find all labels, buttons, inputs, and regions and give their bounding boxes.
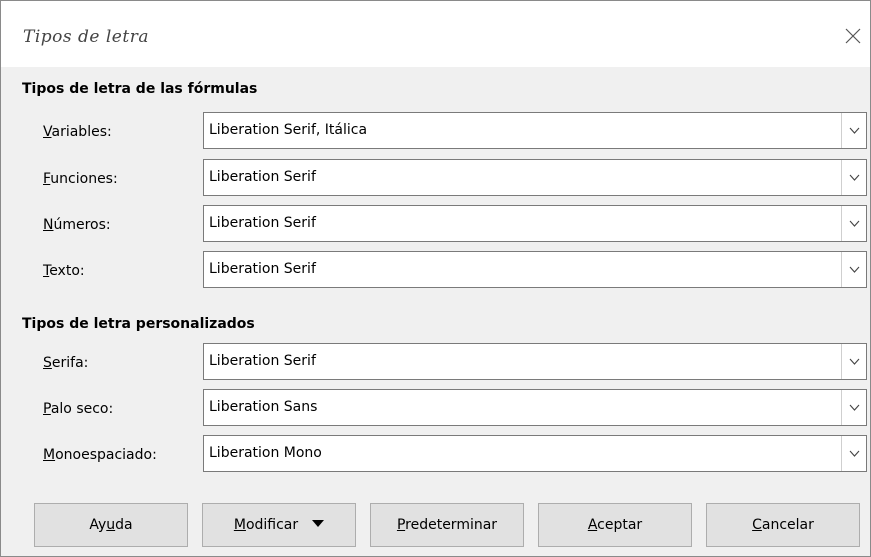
mono-dropdown-button[interactable] xyxy=(841,436,866,471)
title-bar: Tipos de letra xyxy=(1,1,870,67)
formula-fonts-heading: Tipos de letra de las fórmulas xyxy=(22,81,258,97)
sans-font-select[interactable]: Liberation Sans xyxy=(203,389,867,426)
chevron-down-icon xyxy=(849,404,860,411)
mono-label-text: onoespaciado: xyxy=(55,447,157,463)
mono-mnemonic: M xyxy=(43,447,56,463)
numbers-dropdown-button[interactable] xyxy=(841,206,866,241)
text-label-text: exto: xyxy=(49,263,85,279)
functions-label: Funciones: xyxy=(43,169,118,189)
text-font-select[interactable]: Liberation Serif xyxy=(203,251,867,288)
default-button[interactable]: Predeterminar xyxy=(370,503,524,547)
functions-font-value: Liberation Serif xyxy=(209,169,316,185)
serif-label: Serifa: xyxy=(43,353,88,373)
modify-mnemonic: M xyxy=(233,517,246,533)
help-label-pre: Ay xyxy=(89,517,107,533)
custom-fonts-heading: Tipos de letra personalizados xyxy=(22,316,255,332)
numbers-label: Números: xyxy=(43,215,111,235)
variables-label: Variables: xyxy=(43,122,112,142)
cancel-button[interactable]: Cancelar xyxy=(706,503,860,547)
chevron-down-icon xyxy=(849,174,860,181)
mono-font-value: Liberation Mono xyxy=(209,445,322,461)
variables-font-select[interactable]: Liberation Serif, Itálica xyxy=(203,112,867,149)
numbers-font-select[interactable]: Liberation Serif xyxy=(203,205,867,242)
text-label: Texto: xyxy=(43,261,85,281)
modify-button[interactable]: Modificar xyxy=(202,503,356,547)
ok-label-post: ceptar xyxy=(597,517,643,533)
ok-mnemonic: A xyxy=(587,517,598,533)
serif-font-value: Liberation Serif xyxy=(209,353,316,369)
triangle-down-icon xyxy=(312,520,325,527)
help-label-post: da xyxy=(115,517,133,533)
sans-font-value: Liberation Sans xyxy=(209,399,318,415)
close-button[interactable] xyxy=(844,27,862,45)
functions-label-text: unciones: xyxy=(50,171,118,187)
ok-button[interactable]: Aceptar xyxy=(538,503,692,547)
chevron-down-icon xyxy=(849,127,860,134)
default-mnemonic: P xyxy=(396,517,406,533)
fonts-dialog: Tipos de letra Tipos de letra de las fór… xyxy=(0,0,871,557)
text-dropdown-button[interactable] xyxy=(841,252,866,287)
mono-font-select[interactable]: Liberation Mono xyxy=(203,435,867,472)
serif-font-select[interactable]: Liberation Serif xyxy=(203,343,867,380)
variables-label-text: ariables: xyxy=(51,124,112,140)
variables-dropdown-button[interactable] xyxy=(841,113,866,148)
help-mnemonic: u xyxy=(106,517,116,533)
serif-label-text: erifa: xyxy=(51,355,89,371)
numbers-label-text: úmeros: xyxy=(53,217,111,233)
sans-mnemonic: P xyxy=(43,401,51,417)
sans-label: Palo seco: xyxy=(43,399,113,419)
variables-font-value: Liberation Serif, Itálica xyxy=(209,122,368,138)
chevron-down-icon xyxy=(849,220,860,227)
sans-dropdown-button[interactable] xyxy=(841,390,866,425)
mono-label: Monoespaciado: xyxy=(43,445,157,465)
numbers-font-value: Liberation Serif xyxy=(209,215,316,231)
numbers-mnemonic: N xyxy=(43,217,54,233)
close-icon xyxy=(845,28,861,44)
help-button[interactable]: Ayuda xyxy=(34,503,188,547)
serif-mnemonic: S xyxy=(43,355,52,371)
default-label-post: redeterminar xyxy=(405,517,498,533)
serif-dropdown-button[interactable] xyxy=(841,344,866,379)
chevron-down-icon xyxy=(849,358,860,365)
chevron-down-icon xyxy=(849,450,860,457)
text-font-value: Liberation Serif xyxy=(209,261,316,277)
chevron-down-icon xyxy=(849,266,860,273)
cancel-label-post: ancelar xyxy=(761,517,814,533)
sans-label-text: alo seco: xyxy=(50,401,114,417)
modify-label-post: odificar xyxy=(245,517,299,533)
variables-mnemonic: V xyxy=(43,124,52,140)
functions-font-select[interactable]: Liberation Serif xyxy=(203,159,867,196)
cancel-mnemonic: C xyxy=(752,517,762,533)
dialog-title: Tipos de letra xyxy=(23,27,149,47)
functions-dropdown-button[interactable] xyxy=(841,160,866,195)
